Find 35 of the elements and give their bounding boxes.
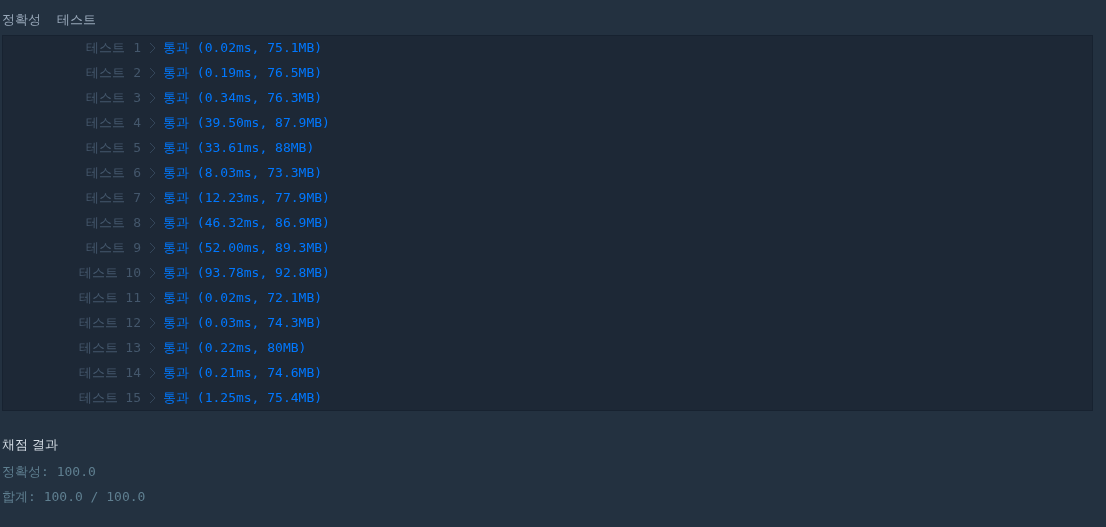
chevron-icon	[149, 67, 156, 80]
test-result: 통과 (0.22ms, 80MB)	[163, 338, 307, 357]
chevron-icon	[149, 92, 156, 105]
section-title: 정확성	[2, 11, 41, 29]
test-result: 통과 (33.61ms, 88MB)	[163, 139, 315, 158]
summary-title: 채점 결과	[2, 436, 60, 454]
test-result: 통과 (39.50ms, 87.9MB)	[163, 114, 330, 133]
test-result: 통과 (8.03ms, 73.3MB)	[163, 164, 323, 183]
test-result: 통과 (0.34ms, 76.3MB)	[163, 89, 323, 108]
test-result: 통과 (52.00ms, 89.3MB)	[163, 238, 330, 257]
test-result: 통과 (0.03ms, 74.3MB)	[163, 313, 323, 332]
total-score: 합계: 100.0 / 100.0	[2, 488, 147, 506]
section-title: 테스트	[57, 11, 96, 29]
test-result: 통과 (1.25ms, 75.4MB)	[163, 388, 323, 407]
chevron-icon	[149, 192, 156, 205]
test-result: 통과 (0.02ms, 75.1MB)	[163, 39, 323, 58]
test-result: 통과 (12.23ms, 77.9MB)	[163, 189, 330, 208]
test-result: 통과 (0.21ms, 74.6MB)	[163, 363, 323, 382]
chevron-icon	[149, 266, 156, 279]
test-result: 통과 (0.19ms, 76.5MB)	[163, 64, 323, 83]
chevron-icon	[149, 316, 156, 329]
chevron-icon	[149, 142, 156, 155]
test-result: 통과 (0.02ms, 72.1MB)	[163, 288, 323, 307]
accuracy-score: 정확성: 100.0	[2, 463, 97, 481]
chevron-icon	[149, 391, 156, 404]
chevron-icon	[149, 291, 156, 304]
chevron-icon	[149, 366, 156, 379]
chevron-icon	[149, 341, 156, 354]
chevron-icon	[149, 117, 156, 130]
chevron-icon	[149, 241, 156, 254]
test-result: 통과 (46.32ms, 86.9MB)	[163, 214, 330, 233]
test-result: 통과 (93.78ms, 92.8MB)	[163, 263, 330, 282]
chevron-icon	[149, 167, 156, 180]
chevron-icon	[149, 217, 156, 230]
chevron-icon	[149, 42, 156, 55]
